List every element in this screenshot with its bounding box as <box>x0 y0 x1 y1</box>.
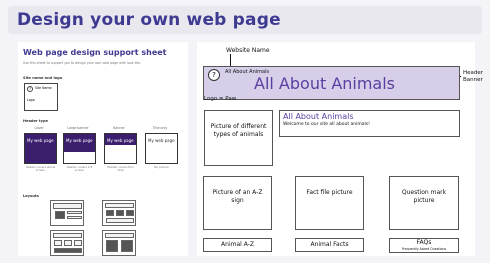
nav-faqs[interactable]: FAQs Frequently Asked Questions <box>389 238 459 253</box>
layout-thumb <box>102 200 136 226</box>
page: Design your own web page Web page design… <box>0 0 490 263</box>
banner-heading: All About Animals <box>254 74 396 93</box>
nav-animal-a-z[interactable]: Animal A-Z <box>203 238 272 252</box>
site-name-text: Site Name <box>35 86 52 90</box>
site-name-heading: Site name and logo <box>23 76 63 80</box>
header-thumb-text: My web page <box>107 138 134 143</box>
nav-faqs-sublabel: Frequently Asked Questions <box>401 247 447 251</box>
card-picture-box: Fact file picture <box>295 176 364 230</box>
header-type-label: Cover <box>34 126 44 130</box>
nav-faqs-label: FAQs <box>416 239 432 246</box>
layout-thumb <box>50 200 84 226</box>
intro-title: All About Animals <box>283 112 354 121</box>
header-thumb-text: My web page <box>148 138 175 143</box>
card-picture-box: Picture of an A-Z sign <box>203 176 272 230</box>
logo-text: Logo <box>27 98 35 102</box>
card-picture-text: Picture of an A-Z sign <box>212 189 263 204</box>
support-sheet-subtitle: Use this sheet to support you to design … <box>23 61 142 65</box>
header-type-heading: Header type <box>23 119 48 123</box>
title-banner: Design your own web page <box>8 6 482 34</box>
worksheet: Website Name Header Banner ? All About A… <box>197 42 484 256</box>
website-name-label: Website Name <box>226 47 270 54</box>
header-type-label: Banner <box>113 126 125 130</box>
header-banner: ? All About Animals All About Animals <box>203 66 460 100</box>
header-type-caption: No picture <box>154 165 169 169</box>
support-sheet: Web page design support sheet Use this s… <box>18 42 188 256</box>
intro-text: Welcome to our site all about animals! <box>283 122 370 127</box>
intro-box: All About Animals Welcome to our site al… <box>279 110 460 137</box>
header-type-label: Title only <box>152 126 168 130</box>
header-thumb-cover: My web page <box>24 133 57 164</box>
header-thumb-text: My web page <box>66 138 93 143</box>
header-thumb-large-banner: My web page <box>63 133 96 164</box>
layout-thumb <box>50 230 84 256</box>
layouts-heading: Layouts <box>23 194 39 198</box>
card-picture-text: Question mark picture <box>401 189 447 204</box>
header-thumb-title-only: My web page <box>145 133 178 164</box>
paw-logo-icon: ? <box>208 69 220 81</box>
page-title: Design your own web page <box>17 10 281 30</box>
header-type-caption: Header covers thin strip <box>107 165 134 173</box>
header-banner-label: Header Banner <box>463 70 484 83</box>
logo-circle-icon: ? <box>27 86 33 92</box>
support-sheet-title: Web page design support sheet <box>23 48 167 57</box>
header-type-label: Large banner <box>67 126 89 130</box>
header-type-caption: Header covers whole screen <box>25 165 56 173</box>
header-thumb-banner: My web page <box>104 133 137 164</box>
logo-label: Logo = Paw <box>204 96 237 102</box>
layout-thumb <box>102 230 136 256</box>
card-picture-text: Fact file picture <box>306 189 353 196</box>
animals-picture-text: Picture of different types of animals <box>210 123 267 138</box>
header-thumb-text: My web page <box>27 138 54 143</box>
card-picture-box: Question mark picture <box>389 176 459 230</box>
header-type-caption: Header covers 1/3 screen <box>66 165 93 173</box>
animals-picture-box: Picture of different types of animals <box>204 110 273 166</box>
site-name-example: ? Site Name Logo <box>24 83 58 111</box>
nav-animal-facts[interactable]: Animal Facts <box>295 238 364 252</box>
